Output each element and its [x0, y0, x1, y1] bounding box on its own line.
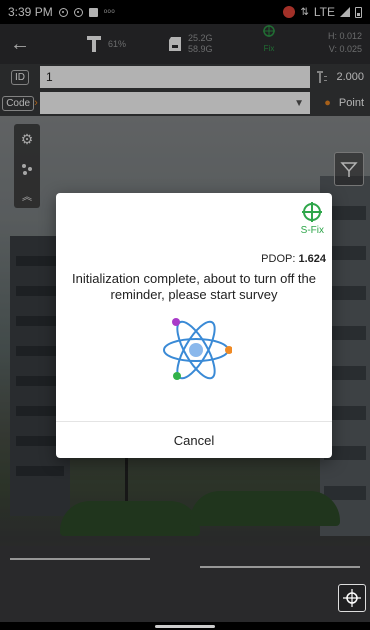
- pdop-value: 1.624: [298, 253, 326, 265]
- locate-button[interactable]: [338, 584, 366, 612]
- fix-status-badge: S-Fix: [301, 201, 324, 236]
- fix-status-label: S-Fix: [300, 225, 324, 236]
- home-indicator[interactable]: [155, 625, 215, 628]
- survey-screen: 3:39 PM ooo ⇅ LTE ← 61% 25.2G 58.9G Fix …: [0, 0, 370, 630]
- crosshair-icon: [302, 202, 323, 222]
- atom-icon: [163, 318, 232, 380]
- pdop-label: PDOP:: [261, 253, 296, 265]
- target-icon: [343, 589, 361, 607]
- cancel-button[interactable]: Cancel: [56, 422, 332, 458]
- pdop-readout: PDOP: 1.624: [261, 253, 326, 265]
- dialog-message: Initialization complete, about to turn o…: [71, 271, 317, 302]
- init-dialog: S-Fix PDOP: 1.624 Initialization complet…: [56, 193, 332, 458]
- navigation-bar: [0, 622, 370, 630]
